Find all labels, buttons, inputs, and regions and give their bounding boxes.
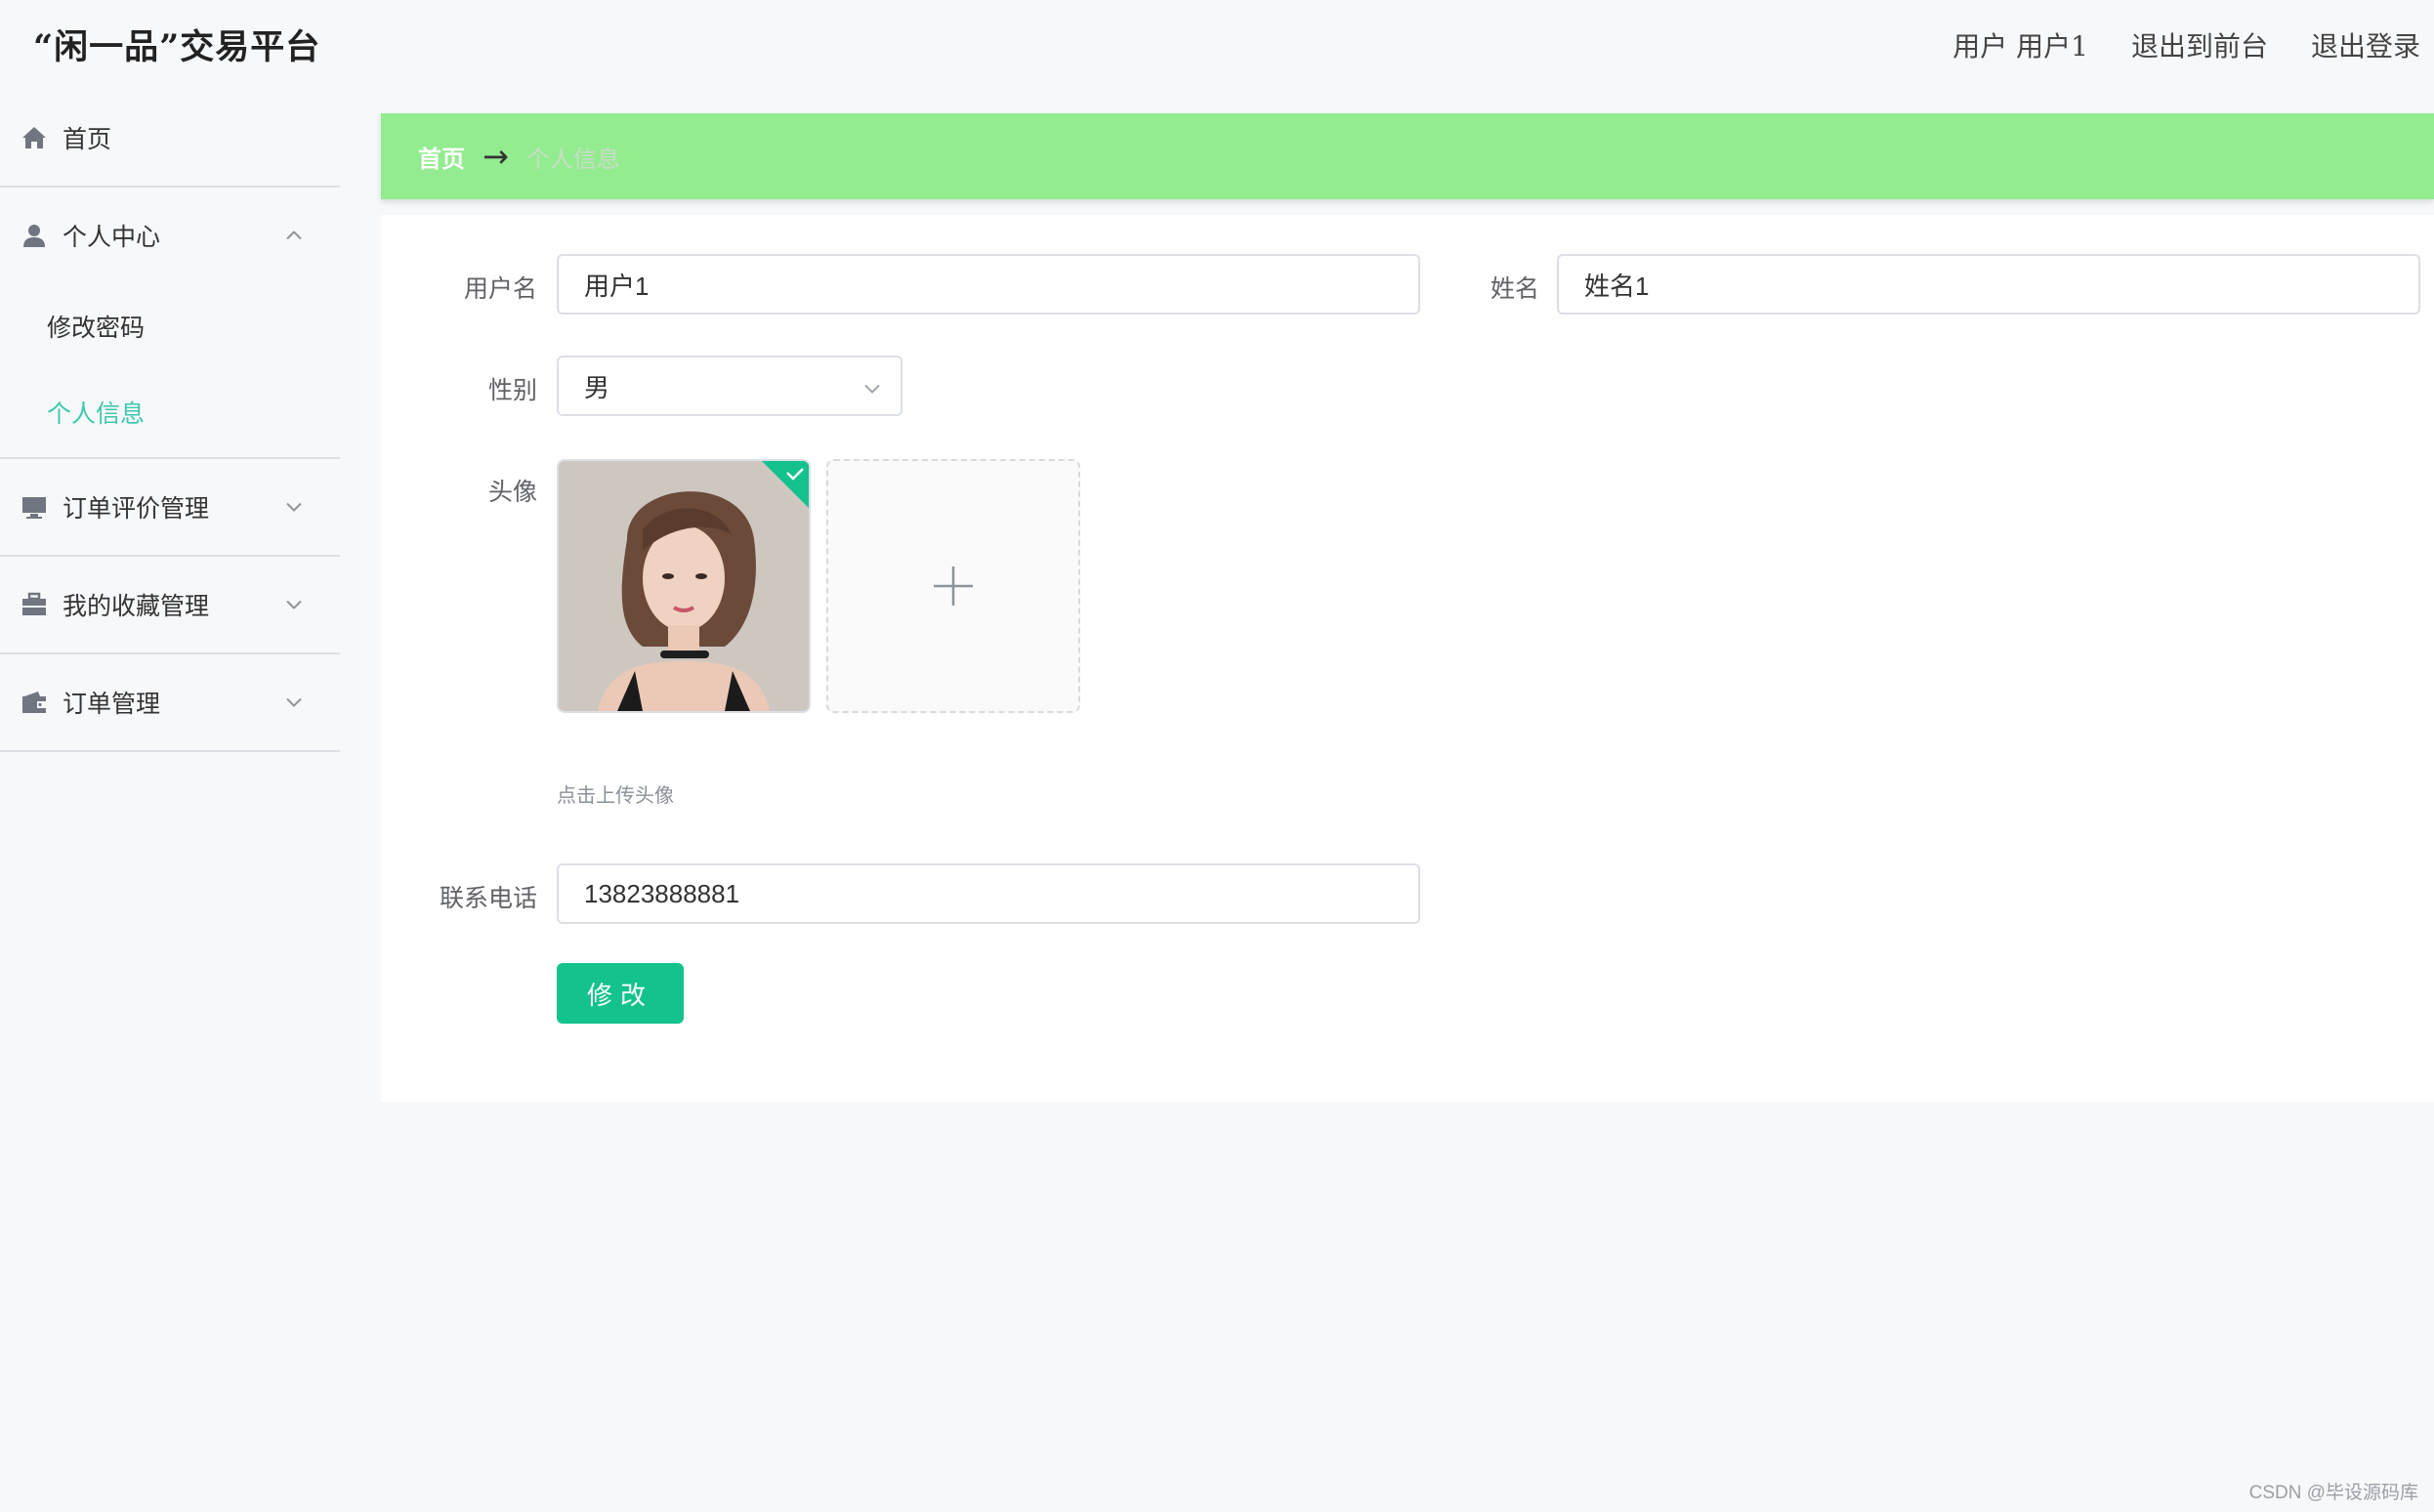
- avatar-upload-hint: 点击上传头像: [557, 783, 674, 807]
- breadcrumb-current: 个人信息: [525, 145, 620, 173]
- sidebar-item-label: 我的收藏管理: [63, 592, 210, 620]
- sidebar-subitem-personal-info[interactable]: 个人信息: [0, 369, 340, 455]
- sidebar-group-personal: 个人中心 修改密码 个人信息: [0, 188, 340, 459]
- sidebar-item-home[interactable]: 首页: [0, 90, 340, 188]
- home-icon: [20, 123, 49, 152]
- user-name: 用户1: [2016, 30, 2088, 63]
- phone-input[interactable]: 13823888881: [557, 863, 1420, 924]
- sidebar: 首页 个人中心 修改密码 个人信息 订单评价管理 我的收藏管理 订单管理: [0, 90, 340, 1512]
- logout-link[interactable]: 退出登录: [2311, 25, 2420, 64]
- top-nav: 用户 用户1 退出到前台 退出登录: [1952, 25, 2420, 64]
- submit-button[interactable]: 修改: [557, 963, 684, 1024]
- current-user[interactable]: 用户 用户1: [1952, 25, 2088, 64]
- user-icon: [20, 221, 49, 250]
- username-input[interactable]: 用户1: [557, 254, 1420, 315]
- sidebar-item-label: 订单管理: [63, 690, 161, 718]
- avatar-preview[interactable]: [557, 459, 811, 713]
- phone-label: 联系电话: [439, 884, 537, 912]
- breadcrumb: 首页 → 个人信息: [381, 113, 2434, 199]
- username-label: 用户名: [463, 274, 537, 303]
- top-bar: “闲一品”交易平台 用户 用户1 退出到前台 退出登录: [0, 0, 2434, 90]
- gender-label: 性别: [487, 376, 537, 404]
- app-title: “闲一品”交易平台: [33, 27, 321, 67]
- name-input[interactable]: 姓名1: [1557, 254, 2420, 315]
- back-to-front-link[interactable]: 退出到前台: [2131, 25, 2268, 64]
- chevron-down-icon: [285, 693, 303, 712]
- breadcrumb-arrow: →: [483, 138, 509, 175]
- breadcrumb-home[interactable]: 首页: [418, 140, 465, 174]
- sidebar-item-orders[interactable]: 订单管理: [0, 654, 340, 752]
- watermark: CSDN @毕设源码库: [2248, 1483, 2418, 1503]
- user-prefix: 用户: [1952, 30, 2008, 63]
- profile-form: 用户名 用户1 姓名 姓名1 性别 男 头像 点击上传头像 联系电话 13823…: [381, 215, 2434, 1102]
- wallet-icon: [20, 688, 49, 717]
- sidebar-item-label: 首页: [63, 125, 112, 153]
- sidebar-item-favorites[interactable]: 我的收藏管理: [0, 557, 340, 654]
- sidebar-item-label: 个人中心: [63, 223, 161, 251]
- gender-select[interactable]: 男: [557, 356, 902, 416]
- sidebar-item-order-review[interactable]: 订单评价管理: [0, 459, 340, 557]
- sidebar-subitem-change-password[interactable]: 修改密码: [0, 283, 340, 369]
- sidebar-item-personal-center[interactable]: 个人中心: [0, 188, 340, 283]
- chevron-down-icon: [863, 371, 881, 401]
- name-label: 姓名: [1490, 274, 1539, 303]
- plus-icon: [934, 567, 973, 606]
- chevron-up-icon: [285, 227, 303, 245]
- avatar-upload-button[interactable]: [826, 459, 1080, 713]
- chevron-down-icon: [285, 596, 303, 614]
- upload-success-check-icon: [762, 461, 809, 508]
- sidebar-item-label: 订单评价管理: [63, 494, 210, 523]
- chevron-down-icon: [285, 498, 303, 517]
- briefcase-icon: [20, 590, 49, 619]
- monitor-icon: [20, 492, 49, 522]
- gender-selected-value: 男: [584, 372, 610, 402]
- avatar-label: 头像: [487, 478, 537, 506]
